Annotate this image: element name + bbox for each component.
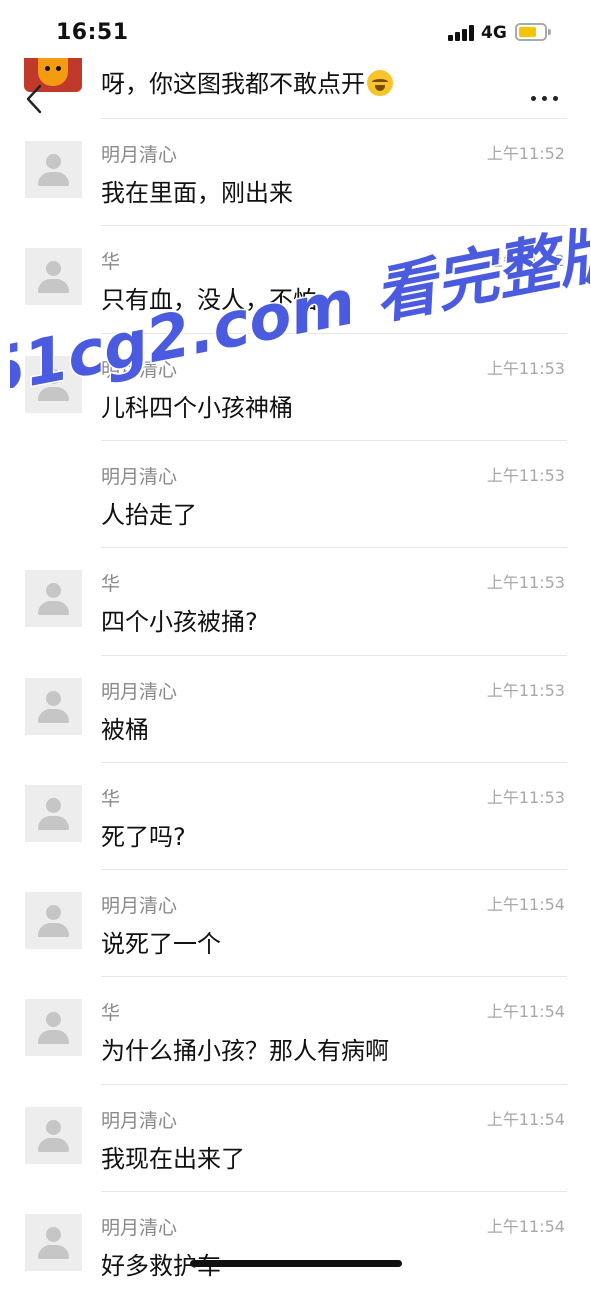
message-item[interactable]: 明月清心 上午11:53 儿科四个小孩神桶 [0,332,591,440]
default-avatar-icon[interactable] [25,355,82,413]
chat-header: 呀，你这图我都不敢点开 [0,58,591,118]
message-item[interactable]: 明月清心 上午11:53 人抬走了 [0,439,591,547]
message-divider [101,547,567,549]
message-divider [101,869,567,871]
default-avatar-icon[interactable] [25,1106,82,1164]
header-preview: 呀，你这图我都不敢点开 [101,64,393,99]
message-time: 上午11:53 [486,680,565,700]
message-text: 说死了一个 [101,930,221,959]
message-text: 只有血，没人，不怕 [101,286,317,315]
message-divider [101,1191,567,1192]
message-divider [101,1083,567,1085]
message-text: 死了吗? [101,822,186,851]
message-time: 上午11:52 [486,251,565,271]
message-sender: 明月清心 [101,144,178,166]
message-item[interactable]: 明月清心 上午11:52 我在里面，刚出来 [0,118,591,225]
network-label: 4G [481,23,507,43]
default-avatar-icon[interactable] [25,784,82,842]
message-sender: 明月清心 [101,1217,178,1239]
message-item[interactable]: 华 上午11:54 为什么捅小孩？那人有病啊 [0,976,591,1083]
message-divider [101,118,567,119]
message-sender: 明月清心 [101,1109,178,1132]
message-time: 上午11:54 [486,1217,565,1236]
home-indicator[interactable] [190,1260,402,1267]
header-preview-text: 呀，你这图我都不敢点开 [101,70,365,98]
message-time: 上午11:53 [486,787,565,807]
message-sender: 华 [101,251,121,274]
message-text: 四个小孩被捅? [101,608,258,637]
message-text: 儿科四个小孩神桶 [101,393,293,422]
message-time: 上午11:52 [486,144,565,163]
message-sender: 华 [101,1002,121,1025]
battery-icon [515,23,551,41]
message-text: 人抬走了 [101,500,197,529]
default-avatar-icon[interactable] [25,677,82,735]
message-sender: 明月清心 [101,895,178,918]
default-avatar-icon[interactable] [25,141,82,198]
status-time: 16:51 [56,20,129,45]
default-avatar-icon[interactable] [25,892,82,950]
default-avatar-icon[interactable] [25,999,82,1057]
message-divider [101,332,567,334]
message-item[interactable]: 明月清心 上午11:54 好多救护车 [0,1191,591,1298]
message-time: 上午11:53 [486,573,565,593]
default-avatar-icon[interactable] [25,570,82,628]
message-divider [101,761,567,763]
message-divider [101,976,567,978]
message-item[interactable]: 明月清心 上午11:53 被桶 [0,654,591,762]
message-divider [101,654,567,656]
message-time: 上午11:53 [486,465,565,485]
message-time: 上午11:53 [486,358,565,378]
message-item[interactable]: 明月清心 上午11:54 我现在出来了 [0,1083,591,1191]
status-bar: 16:51 4G [0,0,591,64]
message-item[interactable]: 华 上午11:53 四个小孩被捅? [0,547,591,654]
message-time: 上午11:54 [486,1002,565,1022]
message-sender: 明月清心 [101,358,178,381]
back-icon[interactable] [22,84,52,114]
message-text: 我现在出来了 [101,1144,245,1173]
message-item[interactable]: 华 上午11:53 死了吗? [0,761,591,869]
message-time: 上午11:54 [486,895,565,915]
message-item[interactable]: 明月清心 上午11:54 说死了一个 [0,869,591,976]
message-divider [101,439,567,441]
message-item[interactable]: 华 上午11:52 只有血，没人，不怕 [0,225,591,332]
default-avatar-icon[interactable] [25,1214,82,1271]
message-text: 我在里面，刚出来 [101,179,293,207]
message-time: 上午11:54 [486,1109,565,1129]
message-sender: 华 [101,787,121,810]
message-sender: 明月清心 [101,465,178,488]
more-options-icon[interactable] [531,96,561,104]
signal-icon [448,25,476,41]
message-sender: 明月清心 [101,680,178,703]
laughing-crying-emoji-icon [367,70,393,96]
default-avatar-icon[interactable] [25,248,82,306]
message-sender: 华 [101,573,121,596]
message-divider [101,225,567,227]
message-text: 被桶 [101,715,149,744]
message-text: 为什么捅小孩？那人有病啊 [101,1037,389,1066]
